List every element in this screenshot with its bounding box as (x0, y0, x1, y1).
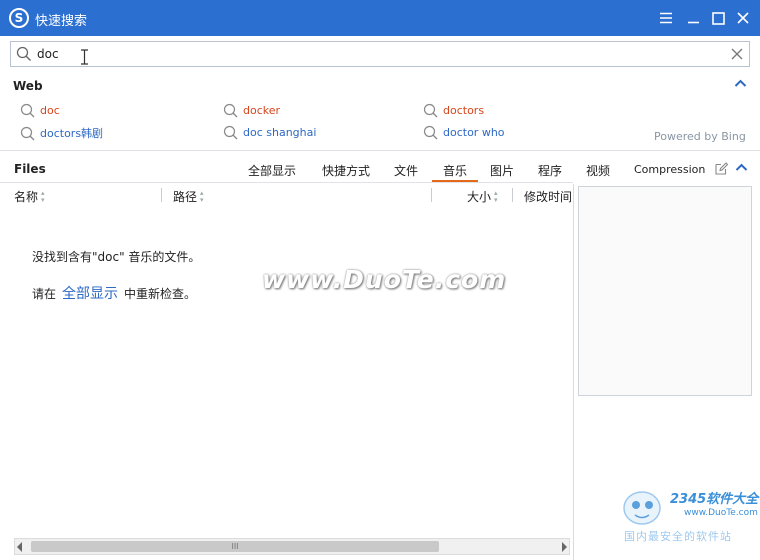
tab-documents[interactable]: 文件 (394, 162, 418, 179)
retry-suffix: 中重新检查。 (124, 287, 197, 301)
scrollbar-grip: III (231, 542, 239, 551)
close-icon (737, 12, 749, 24)
web-suggestion[interactable]: docker (223, 103, 280, 118)
web-suggestion[interactable]: doctor who (423, 125, 505, 140)
watermark: www.DuoTe.com (262, 265, 507, 294)
scrollbar-thumb[interactable]: III (31, 541, 439, 552)
app-logo-icon: S (9, 8, 29, 28)
maximize-icon (711, 11, 725, 25)
section-divider (0, 150, 760, 151)
web-collapse-chevron-up-icon[interactable] (734, 78, 747, 88)
suggestion-label: doctors韩剧 (40, 127, 104, 140)
retry-hint: 请在 全部显示 中重新检查。 (32, 283, 196, 303)
tab-all[interactable]: 全部显示 (248, 162, 296, 179)
column-label: 名称 (14, 190, 39, 204)
empty-results-message: 没找到含有"doc" 音乐的文件。 (32, 250, 201, 264)
search-icon (223, 103, 238, 118)
web-suggestion[interactable]: doctors (423, 103, 484, 118)
suggestion-label: doc shanghai (243, 126, 317, 139)
minimize-button[interactable] (683, 8, 703, 28)
title-bar: S 快速搜索 (0, 0, 760, 36)
search-box (10, 41, 750, 67)
search-icon (423, 125, 438, 140)
show-all-link[interactable]: 全部显示 (62, 283, 118, 303)
column-separator[interactable] (161, 188, 162, 202)
maximize-button[interactable] (708, 8, 728, 28)
scroll-left-arrow-icon[interactable] (17, 542, 22, 552)
column-header-path[interactable]: 路径 ▴ ▾ (173, 188, 204, 205)
search-icon (16, 46, 31, 61)
suggestion-label: doc (40, 104, 60, 117)
search-icon (423, 103, 438, 118)
tab-shortcuts[interactable]: 快捷方式 (322, 162, 370, 179)
clear-search-icon[interactable] (731, 48, 743, 60)
search-icon (223, 125, 238, 140)
column-header-name[interactable]: 名称 ▴ ▾ (14, 188, 45, 205)
sort-icon: ▴ ▾ (494, 188, 498, 204)
preview-pane (578, 186, 752, 396)
text-cursor-icon (81, 49, 88, 65)
column-label: 修改时间 (524, 190, 573, 204)
sort-icon: ▴ ▾ (200, 188, 204, 204)
web-section-title: Web (13, 79, 43, 93)
sort-icon: ▴ ▾ (41, 188, 45, 204)
header-divider (0, 182, 573, 183)
files-section-title: Files (14, 162, 46, 176)
suggestion-label: doctor who (443, 126, 505, 139)
tab-images[interactable]: 图片 (490, 162, 514, 179)
edit-icon[interactable] (715, 162, 728, 175)
retry-prefix: 请在 (32, 287, 57, 301)
web-suggestion[interactable]: doc shanghai (223, 125, 316, 140)
window-title: 快速搜索 (35, 14, 88, 29)
column-label: 路径 (173, 190, 198, 204)
files-collapse-chevron-up-icon[interactable] (735, 162, 748, 172)
search-input[interactable] (37, 45, 727, 63)
column-header-size[interactable]: 大小 ▴ ▾ (467, 188, 498, 205)
web-suggestion[interactable]: doc (20, 103, 60, 118)
tab-compression[interactable]: Compression (634, 163, 705, 176)
search-icon (20, 103, 35, 118)
scroll-right-arrow-icon[interactable] (562, 542, 567, 552)
brand-slogan: 国内最安全的软件站 (624, 530, 732, 543)
search-icon (20, 126, 35, 140)
web-suggestion[interactable]: doctors韩剧 (20, 125, 103, 141)
minimize-icon (687, 21, 699, 24)
tab-videos[interactable]: 视频 (586, 162, 610, 179)
column-header-modified[interactable]: 修改时间 (524, 188, 572, 205)
pane-separator[interactable] (573, 184, 574, 560)
column-label: 大小 (467, 190, 492, 204)
tab-programs[interactable]: 程序 (538, 162, 562, 179)
close-button[interactable] (733, 8, 753, 28)
suggestion-label: docker (243, 104, 281, 117)
column-separator[interactable] (512, 188, 513, 202)
powered-by-bing[interactable]: Powered by Bing (654, 130, 746, 143)
brand-text: 2345软件大全 (670, 492, 759, 507)
hamburger-icon (660, 12, 672, 24)
column-separator[interactable] (431, 188, 432, 202)
horizontal-scrollbar[interactable]: III (14, 538, 570, 555)
menu-button[interactable] (656, 8, 676, 28)
tab-music[interactable]: 音乐 (443, 162, 467, 179)
brand-url: www.DuoTe.com (684, 508, 758, 518)
suggestion-label: doctors (443, 104, 485, 117)
